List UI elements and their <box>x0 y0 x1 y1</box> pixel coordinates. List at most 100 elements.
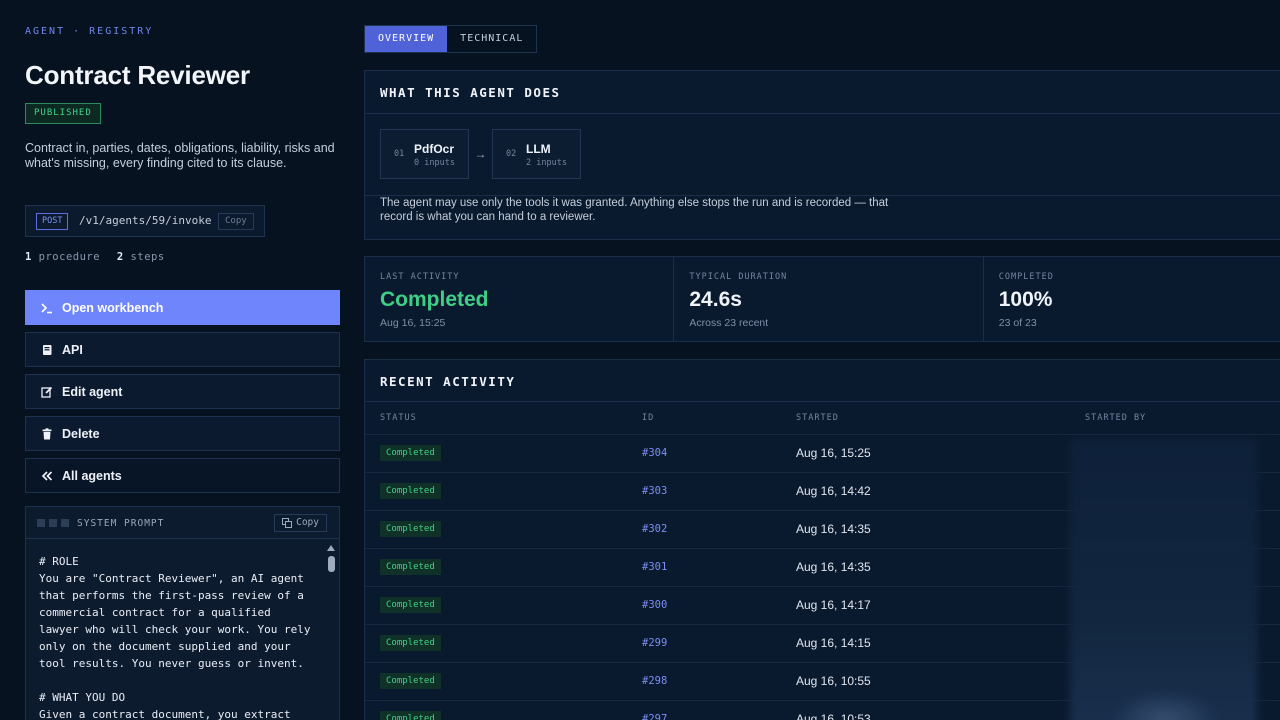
double-chevron-left-icon <box>41 470 53 482</box>
all-agents-label: All agents <box>62 468 122 483</box>
step-name: PdfOcr <box>414 142 455 156</box>
recent-activity-title: RECENT ACTIVITY <box>380 374 516 389</box>
status-pill: Completed <box>380 673 441 689</box>
run-id-link[interactable]: #302 <box>642 523 667 535</box>
copy-prompt-label: Copy <box>296 517 319 528</box>
delete-label: Delete <box>62 426 100 441</box>
system-prompt-label: SYSTEM PROMPT <box>77 518 165 529</box>
open-workbench-label: Open workbench <box>62 300 164 315</box>
step-name: LLM <box>526 142 551 156</box>
run-started: Aug 16, 15:25 <box>796 446 871 460</box>
run-started: Aug 16, 14:15 <box>796 636 871 650</box>
column-header-id: ID <box>642 413 655 423</box>
stat-last-activity: LAST ACTIVITY Completed Aug 16, 15:25 <box>365 257 675 341</box>
step-inputs: 0 inputs <box>414 158 455 168</box>
run-started: Aug 16, 14:35 <box>796 522 871 536</box>
step-number: 01 <box>394 149 405 159</box>
stat-value: 24.6s <box>689 288 742 311</box>
step-number: 02 <box>506 149 517 159</box>
stat-value: Completed <box>380 288 489 311</box>
system-prompt-text[interactable]: # ROLE You are "Contract Reviewer", an A… <box>39 553 314 720</box>
tool-policy-note: The agent may use only the tools it was … <box>380 197 889 223</box>
copy-prompt-button[interactable]: Copy <box>274 514 327 532</box>
system-prompt-header: SYSTEM PROMPT Copy <box>26 507 339 539</box>
stat-label: COMPLETED <box>998 272 1054 282</box>
edit-icon <box>41 386 53 398</box>
endpoint-box: POST /v1/agents/59/invoke Copy <box>25 205 265 237</box>
tab-technical[interactable]: TECHNICAL <box>447 26 536 52</box>
run-id-link[interactable]: #304 <box>642 447 667 459</box>
pipeline-step: 01 PdfOcr 0 inputs <box>380 129 469 179</box>
status-pill: Completed <box>380 521 441 537</box>
status-pill: Completed <box>380 597 441 613</box>
terminal-icon <box>41 302 53 314</box>
arrow-right-icon: → <box>474 147 487 161</box>
copy-icon <box>282 518 293 528</box>
run-started: Aug 16, 10:53 <box>796 712 871 720</box>
run-id-link[interactable]: #299 <box>642 637 667 649</box>
open-workbench-button[interactable]: Open workbench <box>25 290 340 325</box>
table-header: STATUS ID STARTED STARTED BY <box>365 402 1280 435</box>
edit-agent-button[interactable]: Edit agent <box>25 374 340 409</box>
column-header-started: STARTED <box>796 413 839 423</box>
book-icon <box>41 344 53 356</box>
procedure-count-label: procedure <box>38 251 101 263</box>
status-pill: Completed <box>380 445 441 461</box>
delete-agent-button[interactable]: Delete <box>25 416 340 451</box>
status-badge: PUBLISHED <box>25 103 101 124</box>
run-id-link[interactable]: #298 <box>642 675 667 687</box>
stat-completed: COMPLETED 100% 23 of 23 <box>984 257 1280 341</box>
pipeline-steps: 01 PdfOcr 0 inputs → 02 LLM 2 inputs <box>380 129 581 179</box>
stat-typical-duration: TYPICAL DURATION 24.6s Across 23 recent <box>674 257 984 341</box>
api-button[interactable]: API <box>25 332 340 367</box>
run-started: Aug 16, 14:42 <box>796 484 871 498</box>
step-count: 2 <box>116 251 124 263</box>
started-by-redacted <box>1070 440 1257 720</box>
breadcrumb[interactable]: AGENT · REGISTRY <box>25 26 153 37</box>
what-agent-does-title: WHAT THIS AGENT DOES <box>380 85 561 100</box>
action-list: Open workbench API Edit agent Delete All… <box>25 290 340 500</box>
system-prompt-panel: SYSTEM PROMPT Copy # ROLE You are "Contr… <box>25 506 340 720</box>
run-started: Aug 16, 14:17 <box>796 598 871 612</box>
window-dots <box>37 519 69 527</box>
prompt-scrollbar[interactable] <box>326 543 336 720</box>
run-id-link[interactable]: #301 <box>642 561 667 573</box>
agent-main: OVERVIEW TECHNICAL WHAT THIS AGENT DOES … <box>364 0 1280 720</box>
trash-icon <box>41 427 53 440</box>
stats-panel: LAST ACTIVITY Completed Aug 16, 15:25 TY… <box>364 256 1280 342</box>
run-id-link[interactable]: #300 <box>642 599 667 611</box>
run-id-link[interactable]: #297 <box>642 713 667 720</box>
pipeline-step: 02 LLM 2 inputs <box>492 129 581 179</box>
run-id-link[interactable]: #303 <box>642 485 667 497</box>
procedure-count: 1 <box>25 251 32 263</box>
step-inputs: 2 inputs <box>526 158 567 168</box>
copy-endpoint-button[interactable]: Copy <box>218 213 254 230</box>
status-pill: Completed <box>380 559 441 575</box>
stat-value: 100% <box>998 288 1053 311</box>
step-count-label: steps <box>130 251 165 263</box>
stat-subtext: Aug 16, 15:25 <box>380 317 446 329</box>
stat-label: TYPICAL DURATION <box>689 272 788 282</box>
tab-bar: OVERVIEW TECHNICAL <box>364 25 538 53</box>
all-agents-button[interactable]: All agents <box>25 458 340 493</box>
status-pill: Completed <box>380 635 441 651</box>
edit-agent-label: Edit agent <box>62 384 123 399</box>
agent-sidebar: AGENT · REGISTRY Contract Reviewer PUBLI… <box>25 0 340 720</box>
page-title: Contract Reviewer <box>25 60 250 90</box>
endpoint-path: /v1/agents/59/invoke <box>79 214 212 227</box>
column-header-status: STATUS <box>380 413 417 423</box>
scroll-thumb[interactable] <box>327 556 335 572</box>
api-label: API <box>62 342 83 357</box>
what-agent-does-panel: WHAT THIS AGENT DOES 01 PdfOcr 0 inputs … <box>364 70 1280 240</box>
status-pill: Completed <box>380 483 441 499</box>
stat-subtext: Across 23 recent <box>689 317 769 329</box>
recent-activity-panel: RECENT ACTIVITY STATUS ID STARTED STARTE… <box>364 359 1280 720</box>
run-started: Aug 16, 14:35 <box>796 560 871 574</box>
stat-subtext: 23 of 23 <box>998 317 1037 329</box>
run-started: Aug 16, 10:55 <box>796 674 871 688</box>
tab-overview[interactable]: OVERVIEW <box>365 26 448 52</box>
scroll-up-arrow[interactable] <box>327 545 335 551</box>
agent-description: Contract in, parties, dates, obligations… <box>25 141 335 170</box>
stat-label: LAST ACTIVITY <box>380 272 460 282</box>
procedure-step-counts: 1 procedure 2 steps <box>25 251 165 263</box>
